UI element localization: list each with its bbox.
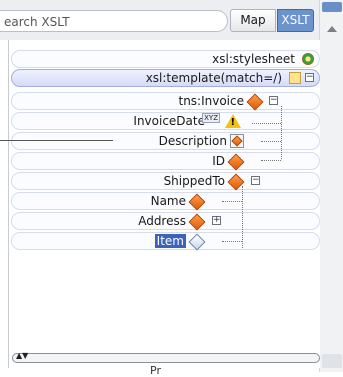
tree-connector	[261, 160, 281, 161]
search-field[interactable]: earch XSLT	[0, 10, 228, 32]
tree-row-label: ShippedTo	[163, 174, 225, 188]
tree-connector	[281, 106, 282, 159]
tree-connector	[222, 201, 242, 202]
vertical-scrollbar[interactable]	[319, 0, 343, 372]
tree-row-invoicedate[interactable]: InvoiceDate XYZ !	[11, 112, 320, 130]
tree-row-label: xsl:template(match=/)	[145, 71, 282, 85]
tree-row-label: InvoiceDate	[133, 114, 205, 128]
tree-row-address[interactable]: Address +	[11, 212, 320, 231]
element-icon	[188, 213, 206, 231]
element-icon	[227, 153, 245, 171]
tree-row-label: Name	[150, 194, 186, 208]
tree-row-label: tns:Invoice	[178, 94, 244, 108]
tree-row-name[interactable]: Name	[11, 192, 320, 211]
function-xyz-icon: XYZ	[202, 113, 220, 123]
xslt-tree-panel: xsl:stylesheet xsl:template(match=/) − t…	[8, 40, 320, 368]
collapse-icon[interactable]: −	[251, 176, 260, 185]
mapping-link-line[interactable]	[0, 140, 113, 141]
scrollbar-top-handle[interactable]	[322, 2, 342, 12]
tree-connector	[242, 186, 243, 248]
tree-row-label: Item	[154, 234, 186, 248]
scroll-arrows-icon[interactable]: ▲▼	[16, 351, 28, 360]
search-input-text[interactable]: earch XSLT	[4, 15, 70, 29]
tree-connector	[222, 241, 242, 242]
collapse-icon[interactable]: −	[269, 96, 278, 105]
element-icon	[188, 193, 206, 211]
expand-icon[interactable]: +	[212, 216, 221, 225]
map-view-button[interactable]: Map	[230, 9, 276, 32]
template-icon	[289, 72, 301, 84]
element-icon	[188, 233, 206, 251]
partial-row-label: Pr	[150, 364, 161, 377]
scroll-up-arrow-icon[interactable]	[327, 26, 337, 32]
scrollbar-bottom-handle[interactable]	[322, 354, 342, 368]
horizontal-scrollbar[interactable]	[12, 353, 320, 363]
tree-row-label: Address	[138, 214, 186, 228]
tree-row-label: xsl:stylesheet	[212, 52, 295, 66]
tree-row-label: Description	[158, 134, 227, 148]
tree-row-invoice[interactable]: tns:Invoice −	[11, 92, 320, 111]
tree-row-stylesheet[interactable]: xsl:stylesheet	[11, 50, 320, 68]
element-icon	[246, 93, 264, 111]
tree-row-shippedto[interactable]: ShippedTo −	[11, 172, 320, 191]
tree-connector	[261, 141, 281, 142]
tree-row-template[interactable]: xsl:template(match=/) −	[11, 69, 320, 87]
warning-mark: !	[230, 117, 235, 128]
toolbar: earch XSLT Map XSLT	[0, 0, 343, 40]
tree-row-label: ID	[212, 154, 225, 168]
gear-icon	[302, 53, 314, 65]
xslt-view-button[interactable]: XSLT	[277, 9, 314, 32]
tree-connector	[252, 123, 281, 124]
collapse-icon[interactable]: −	[305, 73, 314, 82]
tree-row-item[interactable]: Item	[11, 232, 320, 251]
tree-row-id[interactable]: ID	[11, 152, 320, 171]
